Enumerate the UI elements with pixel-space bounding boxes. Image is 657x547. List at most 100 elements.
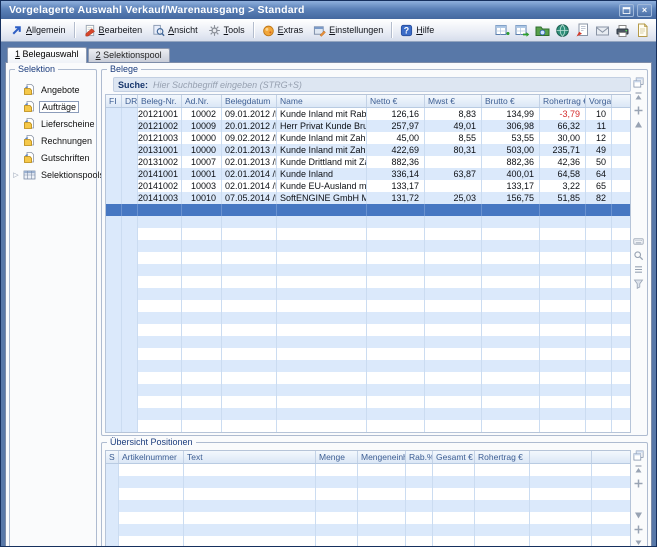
keyboard-icon[interactable] — [633, 236, 644, 247]
selected-row[interactable] — [106, 204, 630, 216]
empty-row[interactable] — [106, 384, 630, 396]
sidebar-item-rechnungen[interactable]: Rechnungen — [10, 132, 96, 149]
doc-export-icon[interactable] — [575, 23, 590, 38]
empty-row[interactable] — [106, 500, 630, 512]
globe-icon[interactable] — [555, 23, 570, 38]
insert-plus-icon[interactable] — [633, 105, 644, 116]
column-header-netto-[interactable]: Netto € — [367, 95, 425, 107]
empty-row[interactable] — [106, 512, 630, 524]
column-chooser-icon[interactable] — [633, 77, 644, 88]
empty-row[interactable] — [106, 336, 630, 348]
folder-web-icon[interactable] — [535, 23, 550, 38]
table-row[interactable]: 201310021000702.01.2013 /MiKunde Drittla… — [106, 156, 630, 168]
column-header-dr[interactable]: DR — [122, 95, 138, 107]
cell — [612, 360, 630, 372]
close-window-button[interactable]: × — [637, 4, 652, 17]
column-header-rohertrag-[interactable]: Rohertrag € — [540, 95, 586, 107]
scroll-first-icon[interactable] — [633, 464, 644, 475]
restore-window-button[interactable] — [619, 4, 634, 17]
column-header-beleg-nr-[interactable]: Beleg-Nr.▼ — [138, 95, 182, 107]
sidebar-item-auftr-ge[interactable]: Aufträge — [10, 98, 96, 115]
menu-item-tools[interactable]: Tools — [203, 22, 250, 39]
empty-row[interactable] — [106, 300, 630, 312]
empty-row[interactable] — [106, 372, 630, 384]
empty-row[interactable] — [106, 312, 630, 324]
cell — [138, 276, 182, 288]
empty-row[interactable] — [106, 408, 630, 420]
cell — [182, 228, 222, 240]
menu-item-extras[interactable]: Extras — [257, 22, 309, 39]
empty-row[interactable] — [106, 276, 630, 288]
empty-row[interactable] — [106, 228, 630, 240]
column-header-rohertrag-[interactable]: Rohertrag € — [475, 451, 530, 463]
selektion-groupbox: Selektion AngeboteAufträgeLieferscheineR… — [9, 69, 97, 547]
tab-2-selektionspool[interactable]: 2 Selektionspool — [88, 48, 170, 62]
menu-item-allgemein[interactable]: Allgemein — [5, 22, 71, 39]
column-header-brutto-[interactable]: Brutto € — [482, 95, 540, 107]
insert-plus-icon[interactable] — [633, 524, 644, 535]
table-row[interactable]: 201410021000302.01.2014 /DoKunde EU-Ausl… — [106, 180, 630, 192]
table-row[interactable]: 201210031000009.02.2012 /DoKunde Inland … — [106, 132, 630, 144]
empty-row[interactable] — [106, 252, 630, 264]
column-header-gesamt-[interactable]: Gesamt € — [433, 451, 475, 463]
column-header-menge[interactable]: Menge — [316, 451, 358, 463]
list-icon[interactable] — [633, 264, 644, 275]
menu-item-einstellungen[interactable]: Einstellungen — [308, 22, 388, 39]
scroll-first-icon[interactable] — [633, 91, 644, 102]
table-row[interactable]: 201410011000102.01.2014 /DoKunde Inland3… — [106, 168, 630, 180]
table-new-icon[interactable] — [495, 23, 510, 38]
column-header-rab-[interactable]: Rab.% — [406, 451, 433, 463]
column-header-mengeneinheit[interactable]: Mengeneinheit — [358, 451, 406, 463]
scroll-last-icon[interactable] — [633, 538, 644, 547]
filter-icon[interactable] — [633, 278, 644, 289]
table-row[interactable]: 201210021000920.01.2012 /FrHerr Privat K… — [106, 120, 630, 132]
column-header-name[interactable]: Name — [277, 95, 367, 107]
empty-row[interactable] — [106, 324, 630, 336]
column-header-s[interactable]: S — [106, 451, 119, 463]
cell — [122, 240, 138, 252]
table-go-icon[interactable] — [515, 23, 530, 38]
menu-item-ansicht[interactable]: Ansicht — [147, 22, 203, 39]
sidebar-item-lieferscheine[interactable]: Lieferscheine — [10, 115, 96, 132]
expander-icon[interactable]: ▷ — [12, 171, 20, 179]
empty-row[interactable] — [106, 240, 630, 252]
column-header-text[interactable]: Text — [184, 451, 316, 463]
sidebar-item-angebote[interactable]: Angebote — [10, 81, 96, 98]
column-header-mwst-[interactable]: Mwst € — [425, 95, 482, 107]
menu-item-bearbeiten[interactable]: Bearbeiten — [78, 22, 148, 39]
empty-row[interactable] — [106, 264, 630, 276]
empty-row[interactable] — [106, 396, 630, 408]
tab-1-belegauswahl[interactable]: 1 Belegauswahl — [7, 47, 87, 63]
column-header-belegdatum[interactable]: Belegdatum — [222, 95, 277, 107]
empty-row[interactable] — [106, 536, 630, 547]
scroll-up-icon[interactable] — [633, 119, 644, 130]
empty-row[interactable] — [106, 360, 630, 372]
empty-row[interactable] — [106, 476, 630, 488]
insert-plus-icon[interactable] — [633, 478, 644, 489]
table-row[interactable]: 201410031001007.05.2014 /MiSoftENGINE Gm… — [106, 192, 630, 204]
search-bar[interactable]: Suche: — [113, 77, 631, 92]
empty-row[interactable] — [106, 348, 630, 360]
page-icon[interactable] — [635, 23, 650, 38]
table-row[interactable]: 201310011000002.01.2013 /MiKunde Inland … — [106, 144, 630, 156]
sidebar-item-gutschriften[interactable]: Gutschriften — [10, 149, 96, 166]
printer-icon[interactable] — [615, 23, 630, 38]
empty-row[interactable] — [106, 488, 630, 500]
column-header-ad-nr-[interactable]: Ad.Nr. — [182, 95, 222, 107]
column-header-vorgang[interactable]: Vorgang — [586, 95, 612, 107]
column-header-fi[interactable]: FI — [106, 95, 122, 107]
empty-row[interactable] — [106, 420, 630, 432]
empty-row[interactable] — [106, 524, 630, 536]
column-chooser-icon[interactable] — [633, 450, 644, 461]
table-row[interactable]: 201210011000209.01.2012 /MoKunde Inland … — [106, 108, 630, 120]
mail-icon[interactable] — [595, 23, 610, 38]
column-header-artikelnummer[interactable]: Artikelnummer — [119, 451, 184, 463]
search-input[interactable] — [153, 79, 626, 91]
empty-row[interactable] — [106, 464, 630, 476]
scroll-down-icon[interactable] — [633, 510, 644, 521]
empty-row[interactable] — [106, 288, 630, 300]
empty-row[interactable] — [106, 216, 630, 228]
menu-item-hilfe[interactable]: ?Hilfe — [395, 22, 439, 39]
search-icon[interactable] — [633, 250, 644, 261]
sidebar-item-selektionspools[interactable]: ▷Selektionspools — [10, 166, 96, 183]
